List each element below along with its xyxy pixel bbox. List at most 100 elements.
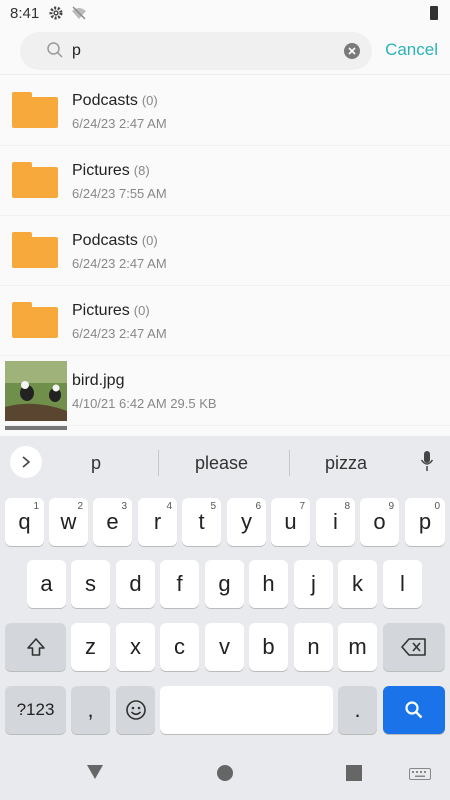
key-hint: 7 bbox=[299, 501, 305, 512]
image-thumbnail bbox=[5, 361, 67, 421]
key-u[interactable]: u7 bbox=[271, 498, 310, 546]
key-g[interactable]: g bbox=[205, 560, 244, 608]
file-meta: 6/24/23 7:55 AM bbox=[72, 186, 167, 201]
file-name: bird.jpg bbox=[72, 372, 125, 389]
suggestion-3[interactable]: pizza bbox=[325, 453, 367, 474]
symbols-key[interactable]: ?123 bbox=[5, 686, 66, 734]
file-name: Pictures bbox=[72, 302, 130, 319]
home-circle-icon[interactable] bbox=[216, 764, 234, 782]
key-e[interactable]: e3 bbox=[93, 498, 132, 546]
status-bar: 8:41 bbox=[0, 0, 450, 26]
suggestion-2[interactable]: please bbox=[195, 453, 248, 474]
key-hint: 4 bbox=[166, 501, 172, 512]
key-hint: 2 bbox=[77, 501, 83, 512]
backspace-icon bbox=[401, 638, 426, 656]
backspace-key[interactable] bbox=[383, 623, 445, 671]
battery-icon bbox=[430, 6, 438, 20]
key-f[interactable]: f bbox=[160, 560, 199, 608]
folder-icon bbox=[12, 162, 58, 198]
suggestion-separator bbox=[289, 450, 290, 476]
key-hint: 5 bbox=[210, 501, 216, 512]
back-triangle-icon[interactable] bbox=[86, 764, 104, 780]
key-hint: 8 bbox=[344, 501, 350, 512]
key-a[interactable]: a bbox=[27, 560, 66, 608]
key-label: i bbox=[333, 509, 338, 534]
key-l[interactable]: l bbox=[383, 560, 422, 608]
key-m[interactable]: m bbox=[338, 623, 377, 671]
shift-key[interactable] bbox=[5, 623, 66, 671]
key-t[interactable]: t5 bbox=[182, 498, 221, 546]
list-item-folder[interactable]: Pictures (0) 6/24/23 2:47 AM bbox=[0, 286, 450, 356]
soft-keyboard: p please pizza q1 w2 e3 r4 t5 y6 u7 i8 o… bbox=[0, 436, 450, 800]
key-v[interactable]: v bbox=[205, 623, 244, 671]
smiley-icon bbox=[125, 700, 146, 720]
recents-square-icon[interactable] bbox=[346, 765, 362, 781]
key-z[interactable]: z bbox=[71, 623, 110, 671]
emoji-key[interactable] bbox=[116, 686, 155, 734]
key-hint: 9 bbox=[388, 501, 394, 512]
key-k[interactable]: k bbox=[338, 560, 377, 608]
key-b[interactable]: b bbox=[249, 623, 288, 671]
navigation-bar bbox=[0, 744, 450, 800]
key-label: r bbox=[153, 509, 162, 534]
search-input[interactable] bbox=[72, 38, 332, 64]
search-box[interactable] bbox=[20, 32, 372, 70]
key-d[interactable]: d bbox=[116, 560, 155, 608]
list-item-folder[interactable]: Podcasts (0) 6/24/23 2:47 AM bbox=[0, 76, 450, 146]
folder-icon bbox=[12, 232, 58, 268]
key-label: o bbox=[373, 509, 386, 534]
folder-icon bbox=[12, 302, 58, 338]
key-label: y bbox=[241, 509, 252, 534]
keyboard-switch-icon[interactable] bbox=[409, 768, 431, 780]
suggestion-separator bbox=[158, 450, 159, 476]
key-hint: 0 bbox=[434, 501, 440, 512]
key-s[interactable]: s bbox=[71, 560, 110, 608]
item-count: (8) bbox=[133, 163, 150, 178]
file-name: Podcasts bbox=[72, 232, 138, 249]
status-time: 8:41 bbox=[10, 4, 40, 22]
wifi-off-icon bbox=[72, 6, 87, 20]
key-hint: 6 bbox=[255, 501, 261, 512]
list-item-folder[interactable]: Pictures (8) 6/24/23 7:55 AM bbox=[0, 146, 450, 216]
spacebar[interactable] bbox=[160, 686, 333, 734]
key-label: p bbox=[418, 509, 432, 534]
item-count: (0) bbox=[141, 233, 158, 248]
clear-search-icon[interactable] bbox=[344, 43, 360, 59]
suggestion-1[interactable]: p bbox=[91, 453, 101, 474]
cancel-button[interactable]: Cancel bbox=[385, 40, 438, 60]
key-w[interactable]: w2 bbox=[49, 498, 88, 546]
key-o[interactable]: o9 bbox=[360, 498, 399, 546]
suggestion-strip: p please pizza bbox=[0, 436, 450, 488]
search-submit-key[interactable] bbox=[383, 686, 445, 734]
file-meta: 4/10/21 6:42 AM 29.5 KB bbox=[72, 396, 217, 411]
key-label: t bbox=[198, 509, 205, 534]
search-header: Cancel bbox=[0, 30, 450, 72]
period-key[interactable]: . bbox=[338, 686, 377, 734]
comma-key[interactable]: , bbox=[71, 686, 110, 734]
key-label: w bbox=[60, 509, 77, 534]
key-q[interactable]: q1 bbox=[5, 498, 44, 546]
key-c[interactable]: c bbox=[160, 623, 199, 671]
microphone-icon[interactable] bbox=[420, 450, 434, 472]
settings-gear-icon bbox=[49, 6, 63, 20]
file-name: Pictures bbox=[72, 162, 130, 179]
key-r[interactable]: r4 bbox=[138, 498, 177, 546]
key-n[interactable]: n bbox=[294, 623, 333, 671]
key-y[interactable]: y6 bbox=[227, 498, 266, 546]
search-icon bbox=[47, 42, 63, 58]
key-label: u bbox=[284, 509, 297, 534]
list-item-image[interactable]: bird.jpg 4/10/21 6:42 AM 29.5 KB bbox=[0, 356, 450, 426]
key-i[interactable]: i8 bbox=[316, 498, 355, 546]
item-count: (0) bbox=[133, 303, 150, 318]
search-icon bbox=[405, 701, 423, 719]
item-count: (0) bbox=[141, 93, 158, 108]
expand-chevron-icon[interactable] bbox=[10, 446, 42, 478]
search-results-list: Podcasts (0) 6/24/23 2:47 AM Pictures (8) … bbox=[0, 76, 450, 430]
list-item-partial[interactable] bbox=[0, 426, 450, 430]
list-item-folder[interactable]: Podcasts (0) 6/24/23 2:47 AM bbox=[0, 216, 450, 286]
key-x[interactable]: x bbox=[116, 623, 155, 671]
key-p[interactable]: p0 bbox=[405, 498, 445, 546]
key-j[interactable]: j bbox=[294, 560, 333, 608]
key-h[interactable]: h bbox=[249, 560, 288, 608]
folder-icon bbox=[12, 92, 58, 128]
